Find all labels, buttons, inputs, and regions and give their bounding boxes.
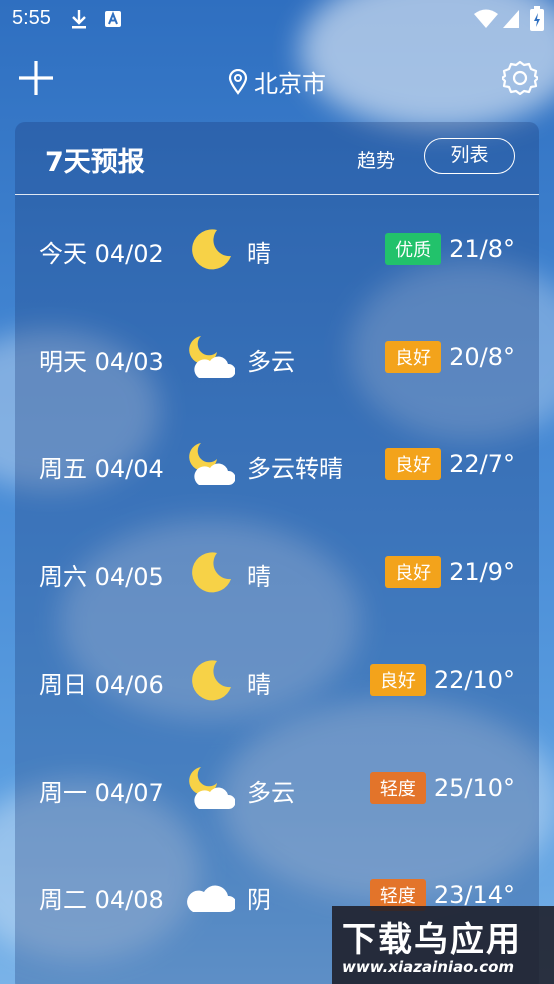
forecast-header: 7天预报 趋势 列表 bbox=[15, 122, 539, 195]
aqi-badge: 良好 bbox=[369, 663, 426, 696]
signal-icon bbox=[503, 10, 519, 28]
forecast-day: 明天 04/03 bbox=[39, 347, 164, 376]
moon-cloud-icon bbox=[187, 441, 236, 489]
temperature-range: 22/10° bbox=[433, 665, 515, 694]
weather-description: 阴 bbox=[247, 886, 271, 915]
moon-cloud-icon bbox=[187, 334, 236, 382]
temperature-range: 21/9° bbox=[449, 558, 515, 587]
forecast-right: 良好 20/8° bbox=[385, 340, 515, 373]
aqi-badge: 优质 bbox=[385, 233, 442, 265]
temperature-range: 23/14° bbox=[433, 881, 515, 910]
city-selector[interactable]: 北京市 bbox=[0, 64, 554, 101]
aqi-badge: 轻度 bbox=[369, 771, 426, 804]
forecast-title: 7天预报 bbox=[45, 147, 145, 178]
aqi-badge: 良好 bbox=[385, 556, 442, 589]
forecast-day: 周五 04/04 bbox=[39, 455, 164, 484]
forecast-right: 优质 21/8° bbox=[385, 233, 515, 265]
forecast-day: 今天 04/02 bbox=[39, 240, 164, 268]
tab-list[interactable]: 列表 bbox=[424, 138, 515, 174]
battery-icon bbox=[530, 6, 544, 31]
forecast-row[interactable]: 今天 04/02 晴 优质 21/8° bbox=[15, 220, 539, 280]
top-bar: 北京市 bbox=[0, 50, 554, 110]
forecast-day: 周一 04/07 bbox=[39, 778, 164, 807]
weather-description: 晴 bbox=[247, 563, 271, 592]
forecast-right: 良好 21/9° bbox=[385, 556, 515, 589]
cloud-icon bbox=[187, 872, 237, 920]
temperature-range: 20/8° bbox=[449, 342, 515, 371]
forecast-day: 周日 04/06 bbox=[39, 670, 164, 699]
app-notification-icon bbox=[105, 11, 121, 27]
weather-description: 多云 bbox=[247, 778, 295, 807]
forecast-row[interactable]: 周五 04/04 多云转晴 良好 22/7° bbox=[15, 435, 539, 495]
forecast-row[interactable]: 周六 04/05 晴 良好 21/9° bbox=[15, 543, 539, 603]
forecast-right: 良好 22/10° bbox=[369, 663, 515, 696]
forecast-day: 周六 04/05 bbox=[39, 563, 164, 592]
temperature-range: 25/10° bbox=[433, 773, 515, 802]
forecast-day: 周二 04/08 bbox=[39, 886, 164, 915]
temperature-range: 22/7° bbox=[449, 450, 515, 479]
settings-button[interactable] bbox=[502, 60, 538, 96]
moon-cloud-icon bbox=[187, 765, 236, 813]
weather-description: 晴 bbox=[247, 670, 271, 699]
wifi-icon bbox=[474, 9, 498, 28]
forecast-right: 轻度 25/10° bbox=[369, 771, 515, 804]
forecast-right: 良好 22/7° bbox=[385, 448, 515, 481]
forecast-row[interactable]: 周一 04/07 多云 轻度 25/10° bbox=[15, 759, 539, 819]
download-icon bbox=[72, 10, 86, 29]
status-time: 5:55 bbox=[12, 7, 51, 29]
moon-icon bbox=[187, 226, 235, 274]
moon-icon bbox=[187, 657, 235, 705]
watermark-url: www.xiazainiao.com bbox=[342, 958, 515, 976]
forecast-card: 7天预报 趋势 列表 今天 04/02 晴优质 21/8° 明天 04/03 多云 良好 2… bbox=[15, 122, 539, 984]
weather-description: 多云 bbox=[247, 347, 295, 376]
temperature-range: 21/8° bbox=[449, 235, 515, 263]
city-name: 北京市 bbox=[254, 70, 326, 98]
weather-description: 晴 bbox=[247, 240, 271, 268]
aqi-badge: 良好 bbox=[385, 448, 442, 481]
weather-description: 多云转晴 bbox=[247, 455, 343, 484]
location-pin-icon bbox=[228, 68, 248, 95]
tab-trend[interactable]: 趋势 bbox=[357, 146, 395, 173]
watermark-logo: 下载乌应用 www.xiazainiao.com bbox=[332, 906, 554, 984]
status-bar: 5:55 bbox=[0, 0, 554, 38]
aqi-badge: 良好 bbox=[385, 340, 442, 373]
forecast-row[interactable]: 明天 04/03 多云 良好 20/8° bbox=[15, 328, 539, 388]
watermark-title: 下载乌应用 bbox=[342, 920, 522, 960]
forecast-row[interactable]: 周日 04/06 晴 良好 22/10° bbox=[15, 651, 539, 711]
moon-icon bbox=[187, 549, 235, 597]
